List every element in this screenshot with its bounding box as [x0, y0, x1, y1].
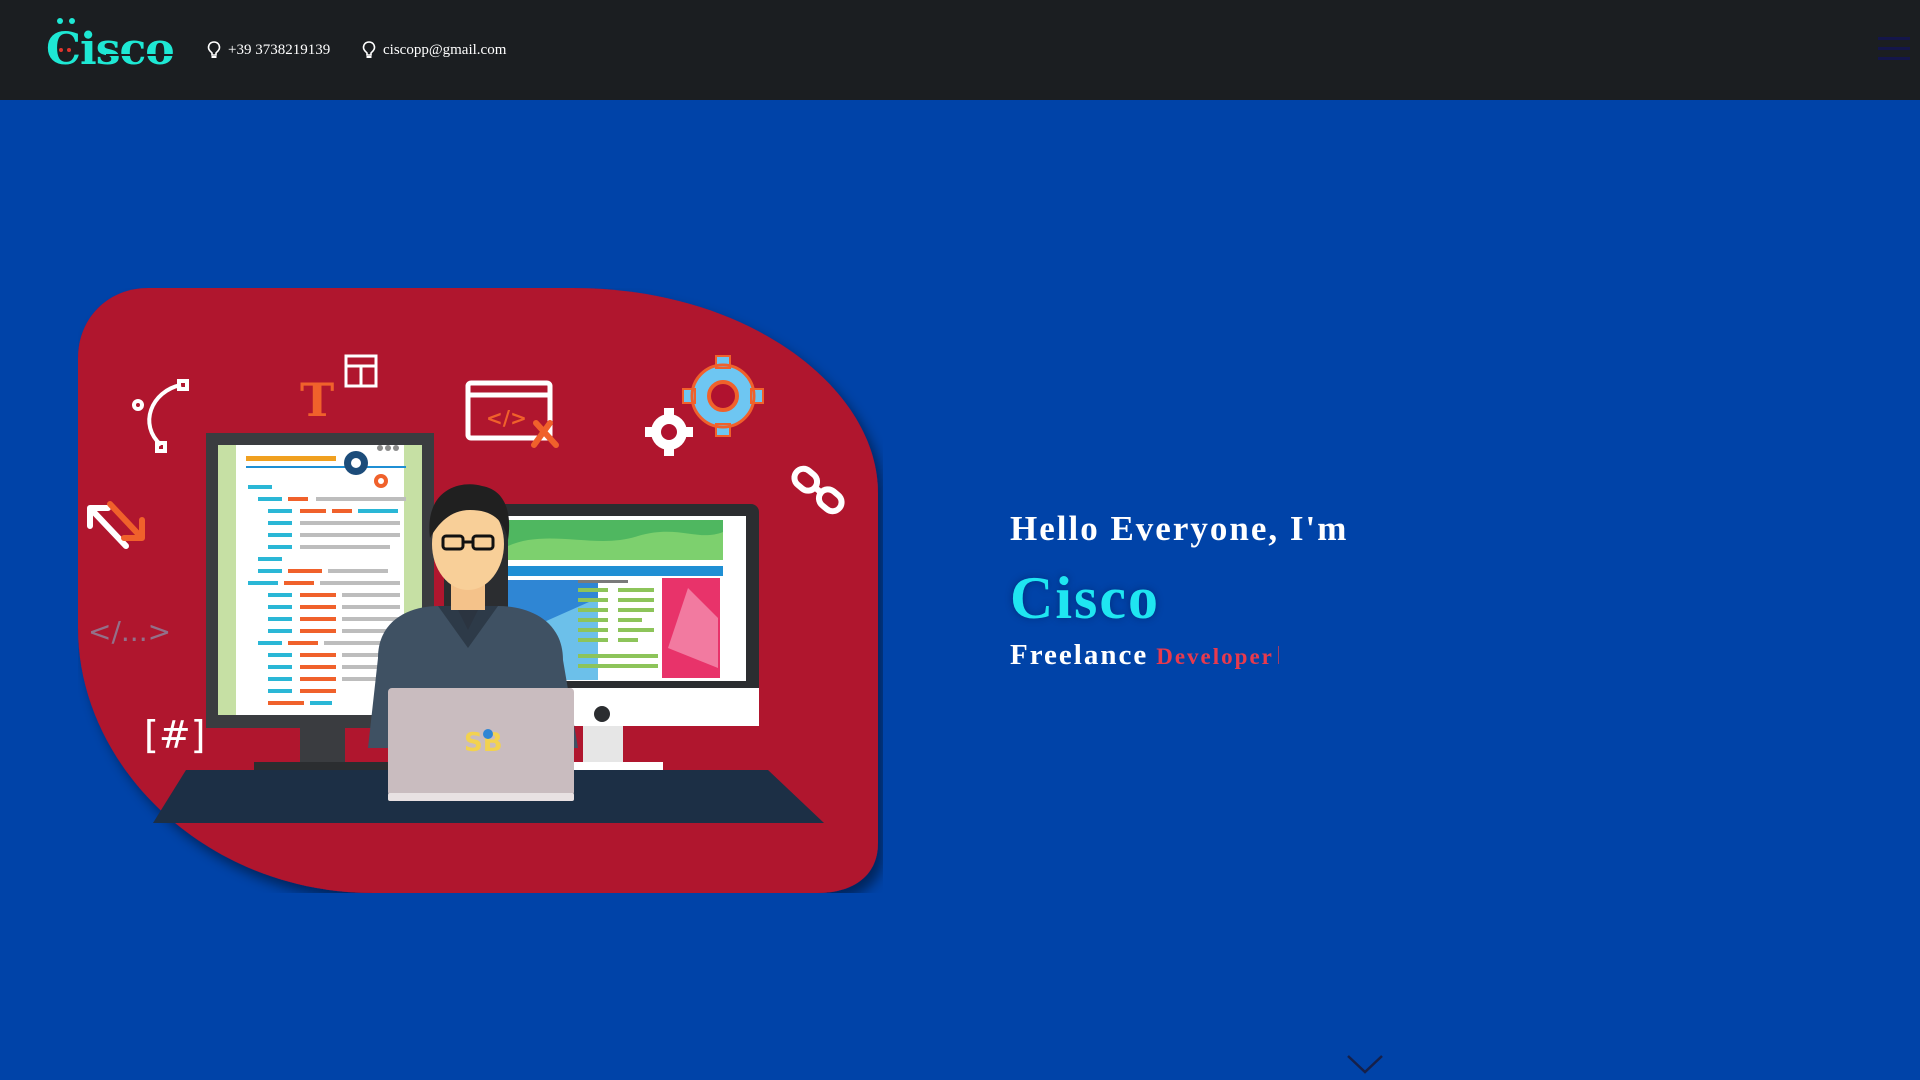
email-address: ciscopp@gmail.com: [383, 41, 507, 58]
logo-eyes: [59, 48, 75, 54]
menu-icon[interactable]: [1874, 32, 1914, 66]
code-tag-text: </>: [486, 406, 527, 430]
typed-word: Developer: [1156, 644, 1274, 669]
hero-greeting: Hello Everyone, I'm: [1010, 509, 1349, 548]
top-navbar: Cisco +39 3738219139 ciscopp@gmail.com: [0, 0, 1920, 100]
hash-tag-text: [#]: [144, 713, 206, 757]
location-pin-icon: [362, 41, 376, 58]
hero-intro: Hello Everyone, I'm Cisco Freelance Deve…: [1010, 505, 1348, 672]
role-typed-text: Developer: [1156, 644, 1279, 670]
logo-decoration: [57, 18, 77, 26]
phone-number: +39 3738219139: [228, 41, 331, 58]
logo-strike: [106, 54, 206, 56]
type-letter-icon: T: [300, 373, 334, 427]
role-static-text: Freelance: [1010, 639, 1149, 671]
closing-tag-text: </...>: [88, 615, 171, 648]
logo[interactable]: Cisco: [46, 18, 206, 78]
hero-name: Cisco: [1010, 565, 1160, 631]
hero-role: Freelance Developer: [1010, 639, 1348, 672]
contact-email[interactable]: ciscopp@gmail.com: [362, 40, 506, 60]
chevron-down-icon[interactable]: [1346, 1054, 1384, 1076]
contact-phone[interactable]: +39 3738219139: [207, 40, 330, 60]
laptop: SB: [388, 688, 574, 801]
location-pin-icon: [207, 41, 221, 58]
typing-cursor: [1277, 646, 1279, 664]
developer-illustration: T </> </...> [#] SB: [78, 288, 878, 893]
